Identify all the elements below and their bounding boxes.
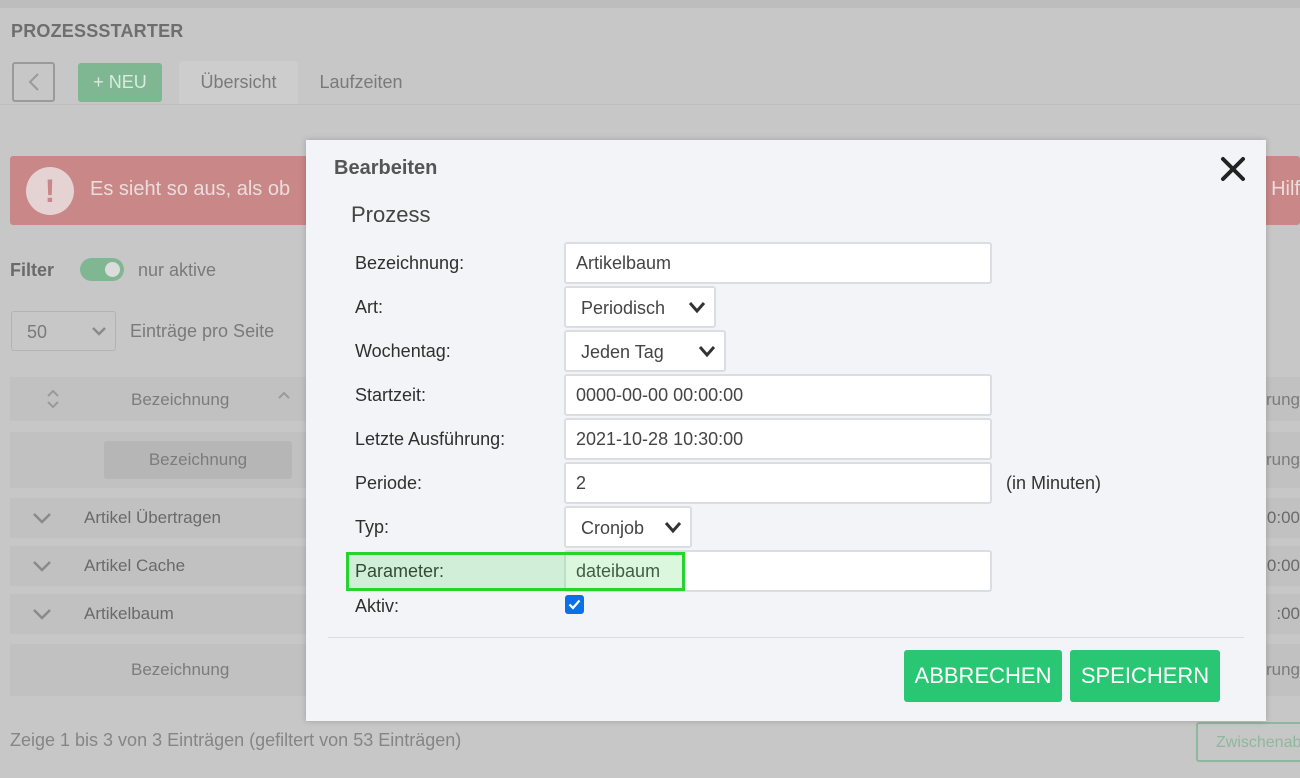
chevron-down-icon (698, 346, 716, 358)
sort-asc-icon (278, 391, 290, 399)
sort-icon[interactable] (44, 388, 62, 410)
back-button[interactable] (12, 62, 55, 102)
exclamation-icon: ! (26, 167, 74, 215)
chevron-down-icon (664, 522, 682, 534)
row-name: Artikelbaum (84, 604, 174, 623)
filter-label: Filter (10, 260, 55, 280)
alert-text: Es sieht so aus, als ob (90, 178, 291, 200)
per-page-label: Einträge pro Seite (130, 321, 275, 341)
row-right: 0:00 (1266, 508, 1300, 527)
typ-select[interactable]: Cronjob (564, 506, 692, 548)
chevron-down-icon[interactable] (32, 512, 52, 525)
periode-unit: (in Minuten) (1006, 473, 1102, 493)
dialog-divider (328, 637, 1244, 638)
bezeichnung-input[interactable] (564, 242, 992, 284)
table-info: Zeige 1 bis 3 von 3 Einträgen (gefiltert… (10, 730, 462, 750)
art-value: Periodisch (581, 298, 666, 318)
column-header-bezeichnung[interactable]: Bezeichnung (131, 390, 229, 410)
wochentag-select[interactable]: Jeden Tag (564, 330, 726, 372)
typ-value: Cronjob (581, 518, 645, 538)
close-icon[interactable] (1218, 154, 1248, 184)
wochentag-value: Jeden Tag (581, 342, 664, 362)
letzte-ausfuehrung-input[interactable] (564, 418, 992, 460)
startzeit-label: Startzeit: (355, 385, 427, 405)
chevron-down-icon[interactable] (32, 608, 52, 621)
bezeichnung-label: Bezeichnung: (355, 253, 465, 273)
chevron-down-icon (92, 327, 106, 336)
toggle-knob (105, 262, 120, 277)
per-page-select[interactable]: 50 (11, 311, 116, 351)
letzte-ausfuehrung-label: Letzte Ausführung: (355, 429, 506, 449)
parameter-label: Parameter: (355, 561, 445, 581)
parameter-input[interactable] (564, 550, 992, 592)
startzeit-input[interactable] (564, 374, 992, 416)
tab-divider (0, 104, 1300, 105)
expanded-row-label: Bezeichnung (131, 660, 230, 679)
column-filter-input[interactable]: Bezeichnung (104, 441, 292, 479)
section-title: Prozess (351, 202, 431, 227)
chevron-down-icon (688, 302, 706, 314)
art-select[interactable]: Periodisch (564, 286, 716, 328)
active-only-toggle[interactable] (80, 258, 124, 281)
column-header-right[interactable]: rung (1266, 390, 1300, 410)
row-name: Artikel Übertragen (84, 508, 222, 527)
cancel-button[interactable]: ABBRECHEN (904, 650, 1062, 702)
alert-text-right: Hilf (1271, 178, 1300, 200)
top-strip (0, 0, 1300, 8)
page-title: PROZESSSTARTER (11, 21, 184, 41)
check-icon (568, 599, 581, 610)
row-name: Artikel Cache (84, 556, 186, 575)
chevron-down-icon[interactable] (32, 560, 52, 573)
dialog-title: Bearbeiten (334, 157, 438, 179)
periode-input[interactable] (564, 462, 992, 504)
wochentag-label: Wochentag: (355, 341, 451, 361)
art-label: Art: (355, 297, 384, 317)
typ-label: Typ: (355, 517, 390, 537)
aktiv-label: Aktiv: (355, 596, 400, 616)
expanded-row-right: rung (1265, 660, 1300, 679)
tab-uebersicht[interactable]: Übersicht (179, 61, 298, 104)
chevron-left-icon (28, 73, 39, 91)
row-right: 0:00 (1266, 556, 1300, 575)
row-right: :00 (1276, 604, 1300, 623)
per-page-value: 50 (27, 322, 48, 342)
toggle-label: nur aktive (138, 260, 217, 280)
save-button[interactable]: SPEICHERN (1070, 650, 1220, 702)
tab-laufzeiten[interactable]: Laufzeiten (306, 61, 416, 104)
periode-label: Periode: (355, 473, 423, 493)
aktiv-checkbox[interactable] (565, 595, 584, 614)
edit-dialog: Bearbeiten Prozess Bezeichnung: Art: Per… (306, 140, 1266, 721)
clipboard-button[interactable]: Zwischenablage (1196, 722, 1300, 762)
new-button[interactable]: + NEU (78, 63, 162, 102)
